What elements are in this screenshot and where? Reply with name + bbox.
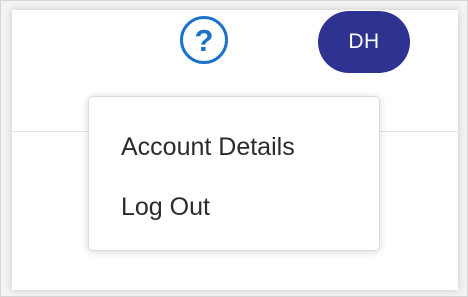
menu-item-label: Log Out xyxy=(121,192,210,221)
account-dropdown-menu: Account Details Log Out xyxy=(88,96,380,251)
help-icon-glyph: ? xyxy=(194,23,214,58)
help-icon[interactable]: ? xyxy=(180,16,228,64)
menu-item-log-out[interactable]: Log Out xyxy=(89,185,379,229)
avatar-initials: DH xyxy=(348,30,380,53)
menu-item-label: Account Details xyxy=(121,132,295,161)
user-avatar-button[interactable]: DH xyxy=(318,11,410,73)
menu-item-account-details[interactable]: Account Details xyxy=(89,125,379,169)
